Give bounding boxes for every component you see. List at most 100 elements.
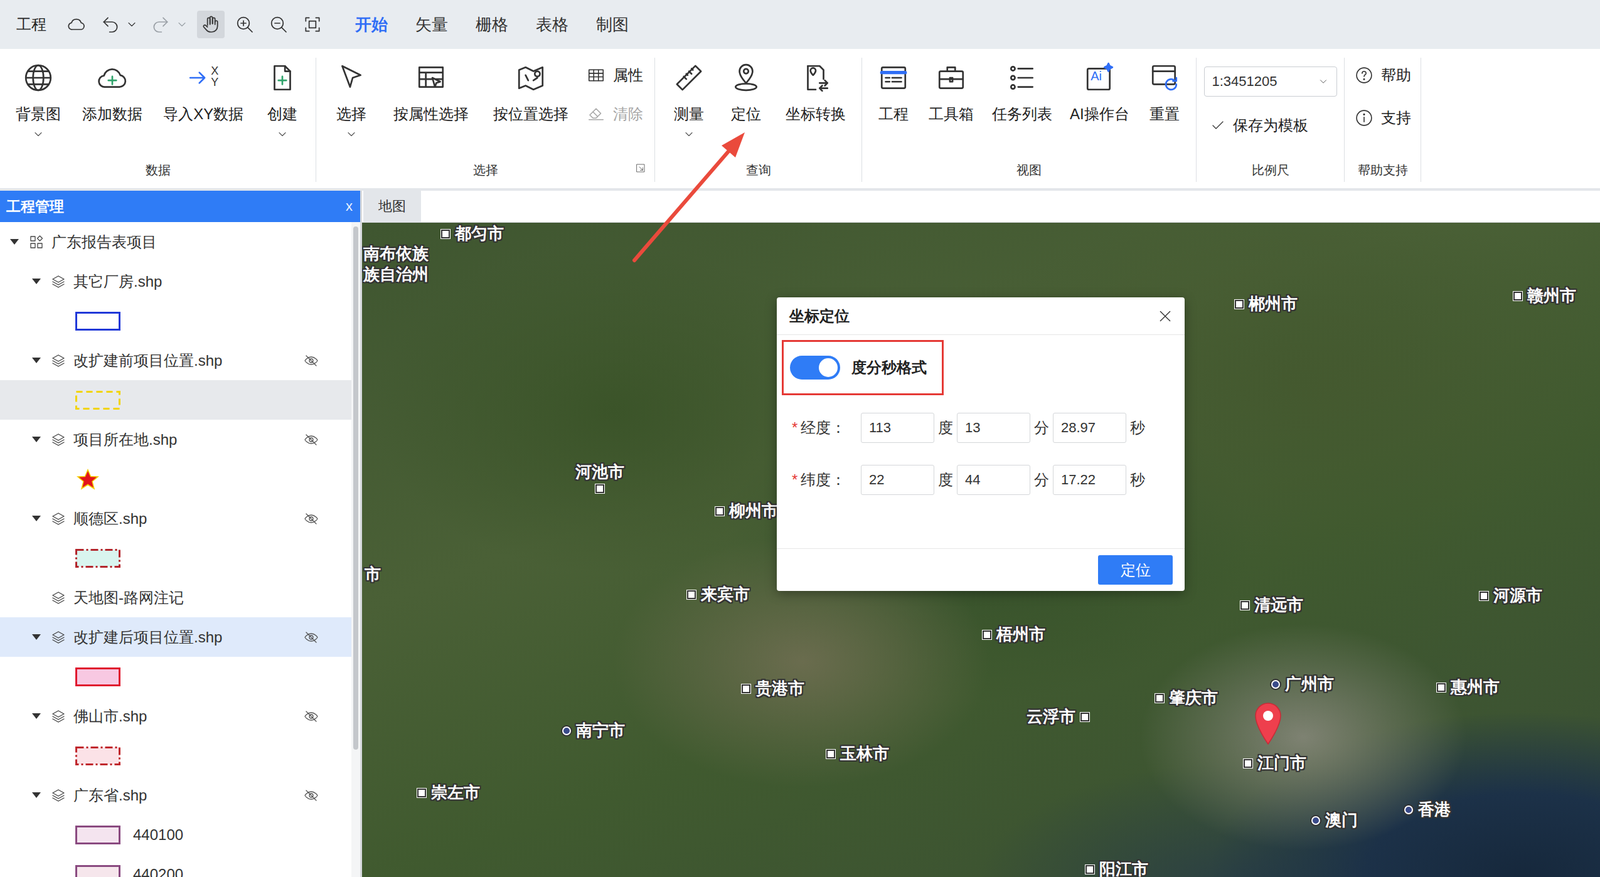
- eye-slash-icon[interactable]: [303, 788, 319, 804]
- ribbon-button[interactable]: 按位置选择: [486, 57, 575, 125]
- ribbon-tab[interactable]: 开始: [345, 10, 398, 40]
- ribbon-small-button[interactable]: 支持: [1354, 107, 1412, 128]
- ribbon-tab[interactable]: 表格: [525, 10, 579, 40]
- table-icon[interactable]: [586, 65, 606, 85]
- toolbar-tool[interactable]: [298, 10, 327, 39]
- chevron-down-icon[interactable]: [345, 128, 358, 141]
- expand-arrow-icon[interactable]: [29, 274, 44, 289]
- visibility-toggle[interactable]: [302, 707, 320, 726]
- chevron-down-icon[interactable]: [125, 18, 139, 31]
- zoom-in-icon[interactable]: [234, 14, 255, 35]
- visibility-toggle[interactable]: [302, 589, 320, 607]
- ribbon-button[interactable]: 坐标转换: [779, 57, 853, 125]
- visibility-toggle[interactable]: [302, 352, 320, 370]
- expand-arrow-icon[interactable]: [29, 709, 44, 724]
- dms-switch[interactable]: [789, 355, 841, 380]
- measure-icon[interactable]: [673, 62, 705, 94]
- toolbar-tool[interactable]: [96, 10, 125, 39]
- tree-row[interactable]: 改扩建后项目位置.shp: [0, 617, 352, 657]
- tree-row[interactable]: 其它厂房.shp: [0, 261, 352, 302]
- locate-button[interactable]: 定位: [1098, 555, 1173, 585]
- select-by-location-icon[interactable]: [515, 62, 547, 94]
- toolbar-tool[interactable]: [146, 10, 175, 39]
- undo-icon[interactable]: [100, 14, 121, 35]
- task-list-icon[interactable]: [1006, 62, 1038, 94]
- expand-arrow-icon[interactable]: [29, 630, 44, 645]
- ribbon-tab[interactable]: 矢量: [405, 10, 459, 40]
- ribbon-tab[interactable]: 制图: [586, 10, 639, 40]
- tree-row[interactable]: 佛山市.shp: [0, 696, 352, 736]
- ribbon-button[interactable]: AiAI操作台: [1063, 57, 1136, 125]
- expand-arrow-icon[interactable]: [29, 353, 44, 368]
- map-tab[interactable]: 地图: [363, 190, 422, 223]
- ribbon-button[interactable]: 按属性选择: [387, 57, 475, 125]
- eraser-icon[interactable]: [586, 104, 606, 124]
- chevron-down-icon[interactable]: [175, 18, 189, 31]
- tree-row[interactable]: 项目所在地.shp: [0, 419, 352, 460]
- dialog-launcher-icon[interactable]: [635, 163, 646, 174]
- ribbon-button[interactable]: 任务列表: [985, 57, 1059, 125]
- expand-arrow-icon[interactable]: [29, 432, 44, 447]
- minutes-input[interactable]: [956, 412, 1031, 443]
- legend-row[interactable]: [0, 380, 352, 420]
- eye-slash-icon[interactable]: [303, 709, 319, 725]
- ribbon-small-button[interactable]: 帮助: [1354, 65, 1412, 86]
- ribbon-button[interactable]: 定位: [722, 57, 770, 125]
- toolbar-tool[interactable]: [264, 10, 293, 39]
- seconds-input[interactable]: [1052, 464, 1127, 496]
- visibility-toggle[interactable]: [302, 628, 320, 647]
- check-icon[interactable]: [1210, 117, 1226, 134]
- visibility-toggle[interactable]: [302, 272, 320, 291]
- ribbon-button[interactable]: 添加数据: [75, 57, 149, 125]
- ribbon-button[interactable]: 选择: [327, 57, 376, 141]
- reset-icon[interactable]: [1148, 62, 1181, 94]
- degrees-input[interactable]: [860, 412, 935, 443]
- map-canvas[interactable]: 都匀市南布依族族自治州郴州市赣州市河池市柳州市市来宾市清远市河源市梧州市贵港市云…: [362, 222, 1600, 877]
- chevron-down-icon[interactable]: [682, 128, 696, 141]
- close-button[interactable]: x: [345, 198, 353, 215]
- toolbar-tool[interactable]: [197, 10, 225, 39]
- scale-select[interactable]: 1:3451205: [1204, 66, 1338, 97]
- tree-row[interactable]: 天地图-路网注记: [0, 577, 352, 618]
- legend-row[interactable]: [0, 538, 352, 578]
- tree-row[interactable]: 顺德区.shp: [0, 498, 352, 539]
- toolbar-tool[interactable]: [62, 10, 91, 39]
- locate-icon[interactable]: [730, 62, 762, 94]
- ribbon-button[interactable]: 重置: [1140, 57, 1189, 125]
- legend-row[interactable]: [0, 656, 352, 697]
- project-icon[interactable]: [877, 62, 910, 94]
- legend-row[interactable]: [0, 736, 352, 776]
- expand-arrow-icon[interactable]: [29, 591, 44, 605]
- create-icon[interactable]: [266, 62, 299, 94]
- chevron-down-icon[interactable]: [1317, 75, 1329, 88]
- ribbon-button[interactable]: 工具箱: [922, 57, 981, 125]
- project-menu[interactable]: 工程: [16, 14, 47, 35]
- close-icon[interactable]: [1157, 308, 1174, 325]
- ribbon-small-button[interactable]: 属性: [586, 65, 644, 86]
- visibility-toggle[interactable]: [302, 510, 320, 528]
- redo-icon[interactable]: [150, 14, 171, 35]
- degrees-input[interactable]: [860, 464, 935, 496]
- scrollbar-thumb[interactable]: [353, 226, 359, 750]
- help-icon[interactable]: [1354, 65, 1374, 85]
- minutes-input[interactable]: [956, 464, 1031, 496]
- chevron-down-icon[interactable]: [32, 128, 45, 141]
- legend-row[interactable]: [0, 459, 352, 499]
- zoom-out-icon[interactable]: [268, 14, 289, 35]
- visibility-toggle[interactable]: [302, 431, 320, 449]
- info-icon[interactable]: [1354, 108, 1374, 128]
- legend-row[interactable]: [0, 301, 352, 341]
- toolbar-tool[interactable]: [230, 10, 259, 39]
- expand-arrow-icon[interactable]: [29, 512, 44, 526]
- eye-slash-icon[interactable]: [303, 629, 319, 646]
- seconds-input[interactable]: [1052, 412, 1127, 443]
- ribbon-button[interactable]: XY导入XY数据: [156, 57, 250, 125]
- ribbon-button[interactable]: 工程: [869, 57, 918, 125]
- legend-row[interactable]: 440200: [0, 854, 352, 877]
- ribbon-small-button[interactable]: 清除: [586, 104, 644, 125]
- full-extent-icon[interactable]: [302, 14, 323, 35]
- save-template-option[interactable]: 保存为模板: [1204, 115, 1338, 136]
- chevron-down-icon[interactable]: [276, 128, 289, 141]
- ribbon-button[interactable]: 测量: [665, 57, 713, 141]
- legend-row[interactable]: 440100: [0, 815, 352, 855]
